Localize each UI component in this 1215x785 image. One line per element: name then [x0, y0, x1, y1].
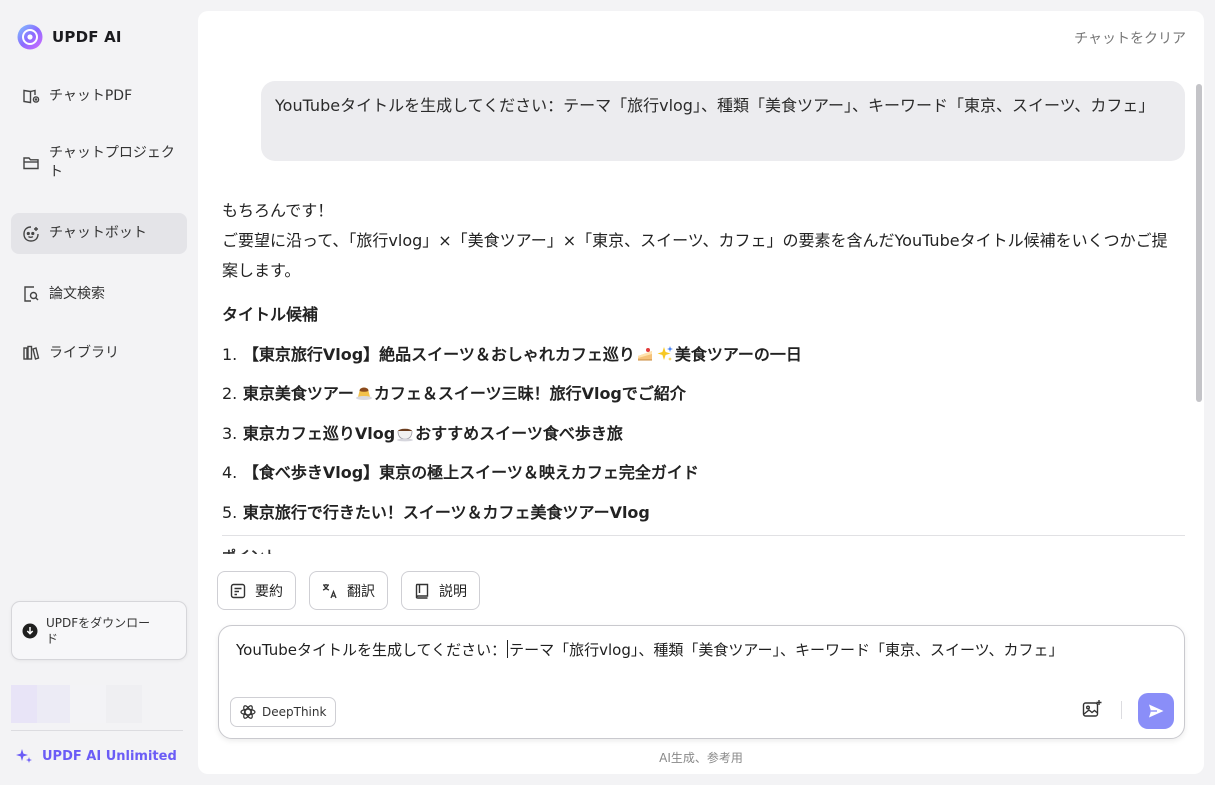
text-caret: [507, 640, 509, 658]
folder-icon: [23, 157, 39, 170]
title-item-5: 5. 東京旅行で行きたい！スイーツ＆カフェ美食ツアーVlog: [222, 499, 1182, 523]
scrollbar-thumb[interactable]: [1196, 84, 1202, 402]
input-text-after: テーマ「旅行vlog」、種類「美食ツアー」、キーワード「東京、スイーツ、カフェ」: [509, 641, 1064, 659]
translate-label: 翻訳: [347, 583, 375, 600]
summarize-label: 要約: [255, 583, 283, 600]
section-title: タイトル候補: [222, 305, 319, 324]
explain-label: 説明: [439, 583, 467, 600]
download-label: UPDFをダウンロード: [46, 615, 151, 646]
sidebar-item-label: 論文検索: [49, 285, 105, 302]
clear-chat-button[interactable]: チャットをクリア: [1074, 28, 1186, 48]
title-text-suffix: おすすめスイーツ食べ歩き旅: [415, 424, 623, 443]
list-number: 5.: [222, 503, 238, 522]
list-number: 3.: [222, 424, 238, 443]
send-button[interactable]: [1138, 693, 1174, 729]
content-divider: [222, 535, 1185, 536]
translate-button[interactable]: 翻訳: [309, 571, 388, 610]
deepthink-label: DeepThink: [262, 705, 327, 719]
title-text: 東京旅行で行きたい！スイーツ＆カフェ美食ツアーVlog: [242, 503, 650, 522]
document-search-icon: [24, 286, 39, 302]
sidebar-item-library[interactable]: ライブラリ: [11, 337, 187, 369]
sidebar-item-label: ライブラリ: [49, 344, 119, 361]
translate-icon: [322, 583, 337, 598]
title-item-4: 4. 【食べ歩きVlog】東京の極上スイーツ＆映えカフェ完全ガイド: [222, 459, 1182, 483]
summarize-button[interactable]: 要約: [217, 571, 296, 610]
title-text: 【東京旅行Vlog】絶品スイーツ＆おしゃれカフェ巡り: [242, 345, 635, 364]
title-item-3: 3. 東京カフェ巡りVlog おすすめスイーツ食べ歩き旅: [222, 420, 1182, 444]
user-message-bubble: YouTubeタイトルを生成してください：テーマ「旅行vlog」、種類「美食ツア…: [261, 81, 1185, 161]
send-icon: [1149, 704, 1164, 718]
title-item-2: 2. 東京美食ツアー カフェ＆スイーツ三昧！旅行Vlogでご紹介: [222, 380, 1182, 404]
title-text-suffix: 美食ツアーの一日: [674, 345, 802, 364]
sidebar-item-label: チャットボット: [49, 225, 147, 241]
download-updf-button[interactable]: UPDFをダウンロード: [11, 601, 187, 660]
summarize-icon: [230, 583, 246, 598]
sidebar-item-chat-pdf[interactable]: チャットPDF: [11, 80, 187, 112]
book-chat-icon: [23, 89, 40, 104]
updf-logo-icon: [17, 24, 43, 50]
title-text: 東京美食ツアー: [242, 384, 354, 403]
avatar[interactable]: [11, 685, 142, 723]
atom-icon: [240, 705, 256, 719]
title-text: 【食べ歩きVlog】東京の極上スイーツ＆映えカフェ完全ガイド: [242, 463, 699, 482]
sparkles-emoji-icon: [657, 346, 673, 361]
bot-icon: [23, 225, 39, 242]
sidebar-divider: [11, 730, 183, 731]
input-text-before: YouTubeタイトルを生成してください：: [236, 641, 507, 659]
sidebar-item-label: チャットプロジェクト: [49, 145, 175, 180]
library-icon: [23, 345, 40, 360]
sidebar-item-label: チャットPDF: [49, 87, 133, 104]
title-text-suffix: カフェ＆スイーツ三昧！旅行Vlogでご紹介: [373, 384, 686, 403]
chat-input[interactable]: YouTubeタイトルを生成してください： テーマ「旅行vlog」、種類「美食ツア…: [236, 639, 1166, 661]
brand-name: UPDF AI: [52, 28, 122, 46]
coffee-emoji-icon: [397, 428, 414, 442]
cake-emoji-icon: [637, 348, 652, 361]
sidebar-item-paper-search[interactable]: 論文検索: [11, 278, 187, 310]
title-text: 東京カフェ巡りVlog: [242, 424, 396, 443]
sidebar: UPDF AI チャットPDF チャットプロジェクト チャットボット 論文検索 …: [0, 0, 198, 785]
ai-disclaimer: AI生成、参考用: [659, 751, 743, 765]
list-number: 1.: [222, 345, 238, 364]
explain-button[interactable]: 説明: [401, 571, 480, 610]
peek-text: ポイント: [222, 546, 342, 554]
book-icon: [415, 583, 429, 599]
input-separator: [1121, 701, 1122, 719]
image-upload-icon[interactable]: [1081, 698, 1103, 720]
download-icon: [22, 623, 38, 638]
next-section-peek: ポイント: [222, 544, 342, 554]
list-number: 4.: [222, 463, 238, 482]
pudding-emoji-icon: [355, 387, 372, 400]
sidebar-item-chat-project[interactable]: チャットプロジェクト: [11, 140, 187, 186]
title-item-1: 1. 【東京旅行Vlog】絶品スイーツ＆おしゃれカフェ巡り 美食ツアーの一日: [222, 341, 1182, 365]
chat-input-box[interactable]: YouTubeタイトルを生成してください： テーマ「旅行vlog」、種類「美食ツア…: [218, 625, 1185, 739]
list-number: 2.: [222, 384, 238, 403]
sidebar-item-chatbot[interactable]: チャットボット: [11, 213, 187, 254]
reply-greeting: もちろんです！: [222, 201, 334, 220]
deepthink-toggle[interactable]: DeepThink: [230, 697, 337, 727]
reply-intro: ご要望に沿って、「旅行vlog」×「美食ツアー」×「東京、スイーツ、カフェ」の要…: [222, 231, 1168, 280]
brand[interactable]: UPDF AI: [17, 24, 122, 50]
